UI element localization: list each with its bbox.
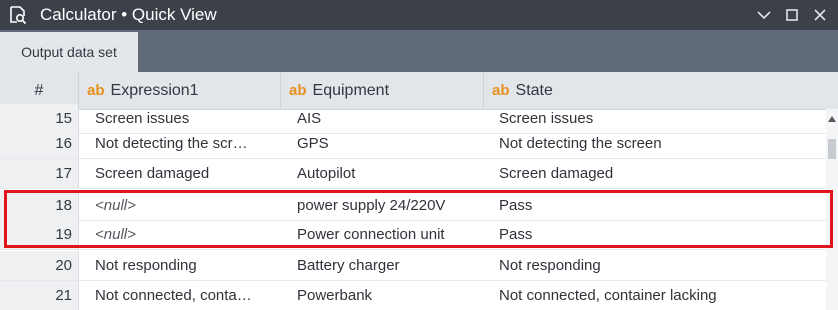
row-number: 19 [0, 220, 79, 249]
cell-state[interactable]: Screen damaged [499, 159, 819, 188]
table-row[interactable]: 21 Not connected, conta… Powerbank Not c… [0, 281, 826, 310]
cell-state[interactable]: Pass [499, 191, 819, 220]
text-type-icon: ab [492, 82, 510, 99]
cell-state[interactable]: Not responding [499, 251, 819, 280]
cell-expression1[interactable]: Not responding [95, 251, 275, 280]
row-number: 16 [0, 129, 79, 158]
tab-strip: Output data set [0, 30, 838, 72]
window-titlebar: Calculator • Quick View [0, 0, 838, 30]
window-title: Calculator • Quick View [40, 5, 217, 24]
cell-state[interactable]: Not detecting the screen [499, 129, 819, 158]
chevron-down-icon[interactable] [752, 3, 776, 27]
data-grid: 15 Screen issues AIS Screen issues 16 No… [0, 104, 826, 310]
row-number: 17 [0, 159, 79, 188]
vertical-scrollbar[interactable] [826, 109, 838, 310]
text-type-icon: ab [87, 82, 105, 99]
table-row[interactable]: 17 Screen damaged Autopilot Screen damag… [0, 159, 826, 189]
cell-equipment[interactable]: Powerbank [297, 281, 487, 310]
cell-expression1[interactable]: Not detecting the scr… [95, 129, 275, 158]
row-number: 20 [0, 251, 79, 280]
search-document-icon [10, 6, 27, 25]
row-number: 18 [0, 191, 79, 220]
cell-equipment[interactable]: power supply 24/220V [297, 191, 487, 220]
cell-expression1[interactable]: <null> [95, 220, 275, 249]
row-number: 21 [0, 281, 79, 310]
header-label: Equipment [312, 82, 390, 99]
table-row[interactable]: 16 Not detecting the scr… GPS Not detect… [0, 129, 826, 159]
cell-equipment[interactable]: GPS [297, 129, 487, 158]
cell-equipment[interactable]: Battery charger [297, 251, 487, 280]
cell-equipment[interactable]: Autopilot [297, 159, 487, 188]
text-type-icon: ab [289, 82, 307, 99]
scroll-up-arrow-icon[interactable] [827, 115, 837, 123]
cell-expression1[interactable]: <null> [95, 191, 275, 220]
scrollbar-thumb[interactable] [828, 139, 836, 159]
table-row[interactable]: 19 <null> Power connection unit Pass [0, 220, 826, 250]
cell-state[interactable]: Not connected, container lacking [499, 281, 819, 310]
cell-expression1[interactable]: Screen damaged [95, 159, 275, 188]
cell-equipment[interactable]: Power connection unit [297, 220, 487, 249]
tab-output-data-set[interactable]: Output data set [0, 32, 138, 72]
table-row[interactable]: 20 Not responding Battery charger Not re… [0, 251, 826, 281]
header-label: State [515, 82, 553, 99]
table-row[interactable]: 18 <null> power supply 24/220V Pass [0, 191, 826, 221]
cell-expression1[interactable]: Not connected, conta… [95, 281, 275, 310]
maximize-icon[interactable] [780, 3, 804, 27]
close-icon[interactable] [808, 3, 832, 27]
header-label: Expression1 [110, 82, 199, 99]
cell-state[interactable]: Pass [499, 220, 819, 249]
